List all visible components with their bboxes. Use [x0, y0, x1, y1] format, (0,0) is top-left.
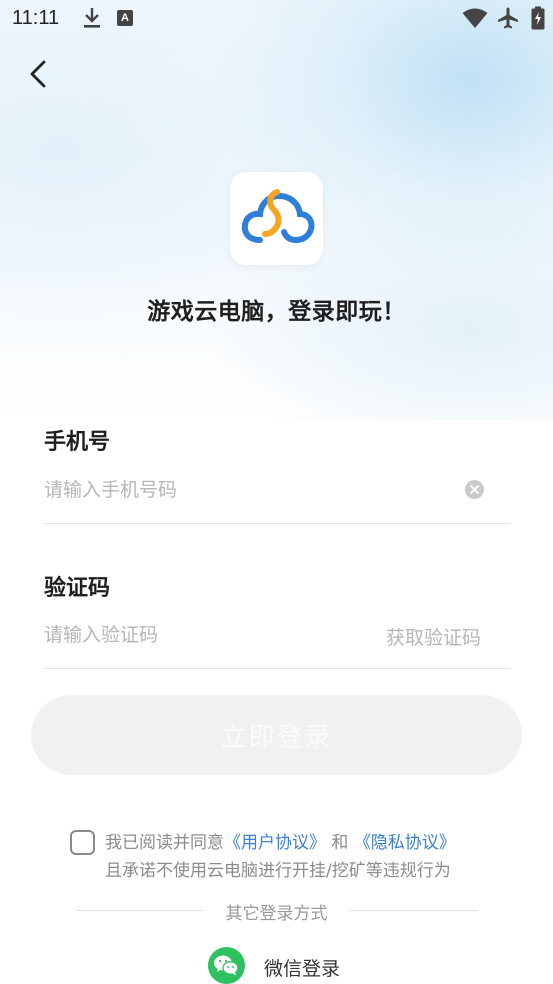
user-agreement-link[interactable]: 《用户协议》 — [224, 833, 326, 853]
agreement-checkbox[interactable] — [70, 830, 95, 855]
clear-input-icon[interactable] — [465, 480, 484, 499]
slogan: 游戏云电脑，登录即玩！ — [147, 299, 406, 325]
code-input[interactable] — [44, 621, 364, 649]
login-button[interactable]: 立即登录 — [31, 695, 522, 775]
code-divider — [44, 668, 510, 669]
other-login-title: 其它登录方式 — [225, 904, 328, 924]
wechat-login-label[interactable]: 微信登录 — [264, 954, 340, 981]
agreement-prefix: 我已阅读并同意 — [105, 833, 224, 853]
privacy-policy-link[interactable]: 《隐私协议》 — [354, 833, 456, 853]
back-button[interactable] — [22, 56, 58, 92]
chevron-left-icon — [30, 60, 46, 88]
phone-input[interactable] — [44, 476, 444, 504]
airplane-mode-icon — [496, 6, 520, 34]
agreement-commitment: 且承诺不使用云电脑进行开挂/挖矿等违规行为 — [105, 861, 451, 881]
battery-charging-icon — [531, 6, 545, 34]
wifi-icon — [462, 7, 488, 33]
download-icon — [82, 6, 102, 30]
phone-label: 手机号 — [44, 430, 111, 455]
agreement-text: 我已阅读并同意《用户协议》 和 《隐私协议》 — [105, 828, 456, 853]
cloud-logo-icon — [241, 189, 315, 244]
app-logo — [230, 172, 323, 265]
agreement-and: 和 — [331, 833, 349, 853]
status-time: 11:11 — [12, 7, 60, 29]
get-code-button[interactable]: 获取验证码 — [386, 623, 481, 650]
wechat-login-icon[interactable] — [208, 947, 245, 984]
phone-divider — [44, 523, 510, 524]
notification-a-icon: A — [117, 10, 133, 26]
code-label: 验证码 — [44, 576, 111, 601]
